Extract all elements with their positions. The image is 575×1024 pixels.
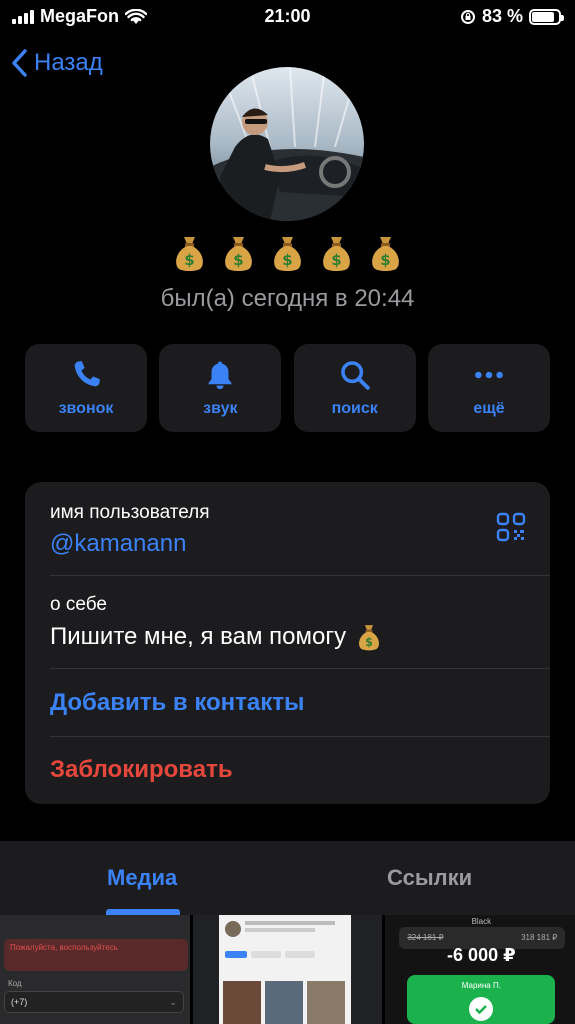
thumb-green-card: Марина П.: [407, 975, 556, 1024]
thumb-code-value: (+7): [11, 997, 28, 1007]
svg-text:$: $: [380, 251, 390, 269]
battery-icon: [529, 8, 564, 25]
username-value[interactable]: @kamanann: [50, 530, 550, 558]
call-label: звонок: [58, 400, 114, 417]
add-contact-row[interactable]: Добавить в контакты: [50, 669, 550, 737]
last-seen-text: был(а) сегодня в 20:44: [160, 285, 415, 312]
media-thumbnail[interactable]: Black 324 181 ₽ 318 181 ₽ -6 000 ₽ Марин…: [385, 915, 575, 1024]
status-bar: MegaFon 21:00 83 %: [0, 0, 575, 34]
tab-links[interactable]: Ссылки: [387, 865, 472, 891]
svg-text:$: $: [184, 251, 194, 269]
about-value-wrap: Пишите мне, я вам помогу $: [50, 622, 550, 652]
thumb-photo: [306, 981, 345, 1024]
about-caption: о себе: [50, 594, 107, 615]
qr-code-icon[interactable]: [496, 512, 526, 542]
status-emoji-row: $ $ $ $ $: [0, 233, 575, 273]
more-icon: [475, 371, 503, 379]
phone-icon: [74, 361, 100, 387]
chevron-left-icon: [12, 49, 27, 77]
money-bag-icon: $: [323, 237, 350, 271]
media-tabs: Медиа Ссылки: [0, 841, 575, 915]
media-thumbnail[interactable]: [192, 915, 383, 1024]
bell-icon: [208, 361, 232, 390]
avatar-photo: [210, 67, 364, 221]
search-button[interactable]: поиск: [293, 344, 416, 432]
call-button[interactable]: звонок: [25, 344, 147, 432]
thumb-code-field: (+7) ⌄: [4, 991, 184, 1013]
thumb-screenshot: [218, 915, 351, 1024]
thumb-card-name: Марина П.: [461, 981, 501, 990]
battery-percent: 83 %: [481, 6, 523, 26]
thumb-photo: [222, 981, 261, 1024]
block-row[interactable]: Заблокировать: [50, 737, 550, 804]
money-bag-icon: $: [359, 625, 380, 651]
more-button[interactable]: ещё: [427, 344, 550, 432]
orientation-lock-icon: [460, 9, 475, 24]
block-button[interactable]: Заблокировать: [50, 756, 550, 784]
sound-button[interactable]: звук: [159, 344, 282, 432]
status-right: 83 %: [460, 6, 564, 27]
search-icon: [340, 361, 370, 390]
username-row[interactable]: имя пользователя @kamanann: [50, 482, 550, 576]
thumb-chevron-icon: ⌄: [169, 997, 177, 1007]
avatar[interactable]: [210, 67, 364, 221]
more-label: ещё: [473, 400, 505, 417]
money-bag-icon: $: [176, 237, 203, 271]
money-bag-icon: $: [372, 237, 399, 271]
thumb-old-price: 324 181 ₽: [407, 933, 444, 942]
about-row: о себе Пишите мне, я вам помогу $: [50, 576, 550, 669]
money-bag-icon: $: [274, 237, 301, 271]
thumb-line: [244, 928, 315, 932]
add-contact-button[interactable]: Добавить в контакты: [50, 689, 550, 717]
thumb-code-label: Код: [8, 979, 22, 988]
svg-text:$: $: [282, 251, 292, 269]
back-button[interactable]: Назад: [10, 48, 103, 78]
media-grid: Пожалуйста, воспользуйтесь Код (+7) ⌄ Bl…: [0, 915, 575, 1024]
thumb-alert-text: Пожалуйста, воспользуйтесь: [10, 943, 118, 952]
info-card: имя пользователя @kamanann о себе Пишите…: [25, 482, 550, 804]
thumb-amount: -6 000 ₽: [447, 945, 516, 965]
tab-media[interactable]: Медиа: [107, 865, 177, 891]
thumb-card-title: Black: [471, 917, 492, 926]
about-value: Пишите мне, я вам помогу: [50, 623, 347, 650]
username-caption: имя пользователя: [50, 502, 210, 523]
search-label: поиск: [331, 400, 378, 417]
check-icon: [469, 997, 494, 1021]
action-bar: звонок звук поиск ещё: [25, 344, 550, 432]
thumb-line: [244, 921, 335, 925]
back-label: Назад: [34, 49, 103, 76]
svg-text:$: $: [331, 251, 341, 269]
thumb-button: [250, 951, 281, 958]
thumb-avatar: [224, 921, 241, 937]
money-bag-icon: $: [225, 237, 252, 271]
svg-text:$: $: [365, 636, 373, 649]
thumb-button: [224, 951, 247, 958]
svg-text:$: $: [233, 251, 243, 269]
sound-label: звук: [203, 400, 238, 417]
thumb-new-price: 318 181 ₽: [521, 933, 558, 942]
thumb-photo: [264, 981, 303, 1024]
thumb-alert: Пожалуйста, воспользуйтесь: [4, 939, 188, 971]
thumb-button: [284, 951, 315, 958]
media-thumbnail[interactable]: Пожалуйста, воспользуйтесь Код (+7) ⌄: [0, 915, 190, 1024]
